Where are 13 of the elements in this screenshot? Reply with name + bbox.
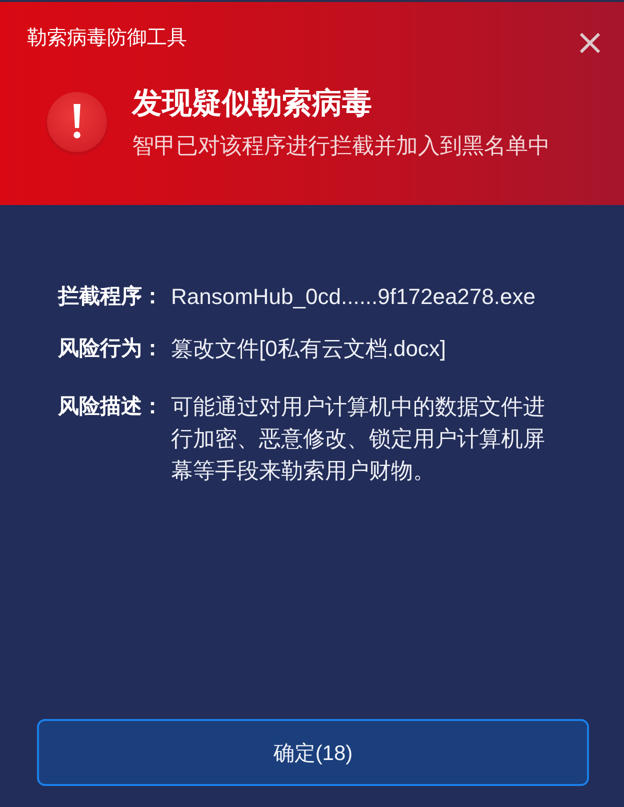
detail-value: 篡改文件[0私有云文档.docx] xyxy=(171,335,448,363)
alert-message: 智甲已对该程序进行拦截并加入到黑名单中 xyxy=(132,132,550,160)
detail-label: 风险描述： xyxy=(58,394,164,420)
detail-label: 拦截程序： xyxy=(58,284,164,310)
alert-heading: 发现疑似勒索病毒 xyxy=(132,86,373,122)
close-icon xyxy=(580,33,600,53)
confirm-button[interactable]: 确定(18) xyxy=(37,719,589,786)
detail-label: 风险行为： xyxy=(58,336,164,362)
exclamation-icon xyxy=(44,90,110,156)
detail-value: 可能通过对用户计算机中的数据文件进行加密、恶意修改、锁定用户计算机屏幕等手段来勒索用户财物。 xyxy=(171,393,546,485)
detail-value: RansomHub_0cd......9f172ea278.exe xyxy=(171,283,536,311)
window-title: 勒索病毒防御工具 xyxy=(27,26,187,51)
close-button[interactable] xyxy=(578,31,602,55)
